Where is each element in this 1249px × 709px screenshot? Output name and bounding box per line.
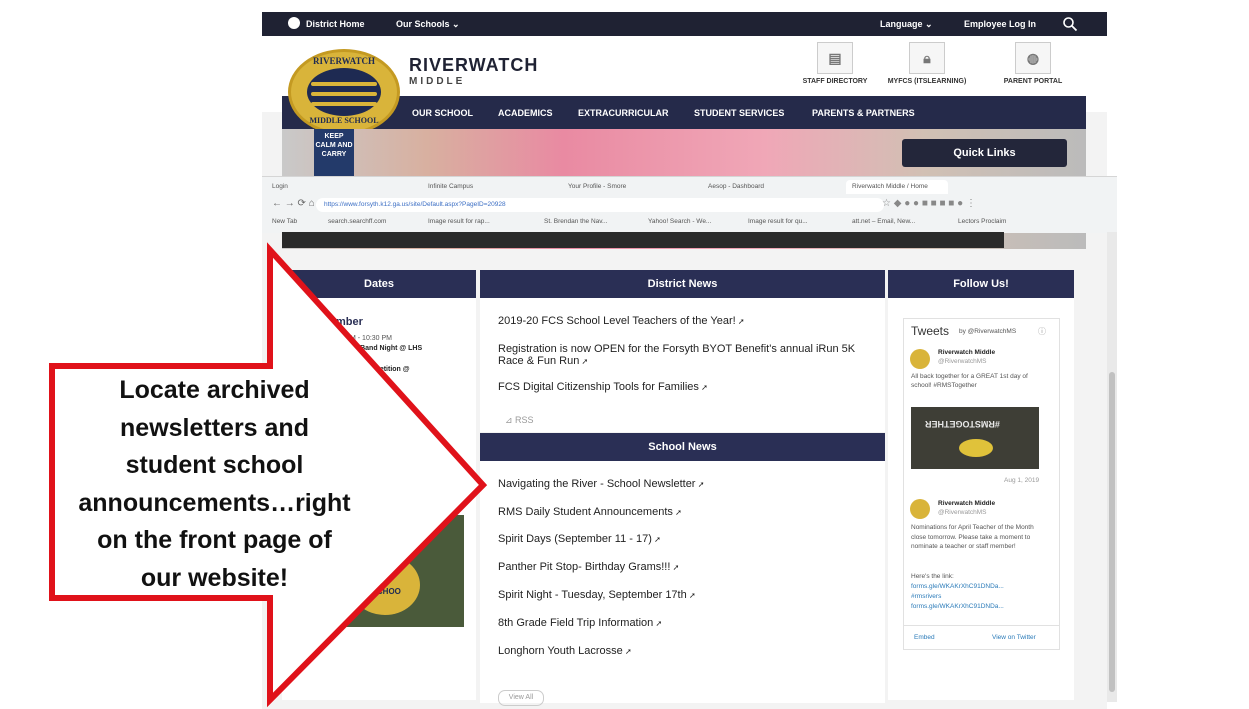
- callout-line: on the front page of: [97, 526, 332, 554]
- callout-line: announcements…right: [78, 488, 351, 517]
- callout-line: Locate archived: [119, 376, 310, 404]
- callout-line: our website!: [140, 563, 289, 592]
- callout-line: newsletters and: [120, 413, 309, 442]
- red-arrow-callout: [49, 242, 488, 708]
- callout-text: Locate archived newsletters and student …: [62, 372, 367, 597]
- callout-line: student school: [125, 451, 304, 479]
